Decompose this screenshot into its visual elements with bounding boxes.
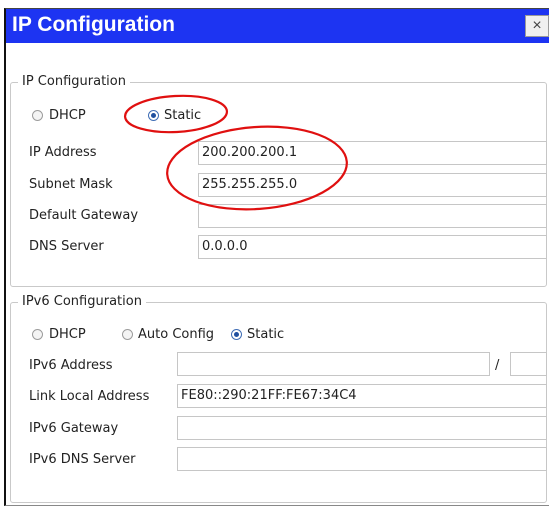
ip-configuration-window: IP Configuration × IP Configuration DHCP… <box>4 8 549 506</box>
link-local-address-label: Link Local Address <box>29 389 150 404</box>
ipv4-static-label[interactable]: Static <box>164 108 201 124</box>
ipv4-dhcp-label[interactable]: DHCP <box>49 108 86 124</box>
close-button[interactable]: × <box>525 15 549 37</box>
ip-address-label: IP Address <box>29 145 97 160</box>
ipv4-static-radio[interactable] <box>148 110 159 121</box>
ip-address-input[interactable]: 200.200.200.1 <box>198 141 547 165</box>
ipv6-prefix-input[interactable] <box>510 352 547 376</box>
title-bar: IP Configuration × <box>6 9 549 43</box>
default-gateway-label: Default Gateway <box>29 208 139 223</box>
ipv6-static-radio[interactable] <box>231 329 242 340</box>
ipv6-dns-server-label: IPv6 DNS Server <box>29 452 136 467</box>
dns-server-input[interactable]: 0.0.0.0 <box>198 235 547 259</box>
window-title: IP Configuration <box>12 13 175 36</box>
ipv6-static-label[interactable]: Static <box>247 327 284 343</box>
ipv6-dhcp-radio[interactable] <box>32 329 43 340</box>
ipv6-gateway-label: IPv6 Gateway <box>29 421 119 436</box>
link-local-address-input[interactable]: FE80::290:21FF:FE67:34C4 <box>177 384 547 408</box>
ipv4-group-legend: IP Configuration <box>18 74 130 90</box>
ipv6-auto-config-radio[interactable] <box>122 329 133 340</box>
ipv6-gateway-input[interactable] <box>177 416 547 440</box>
ipv6-group-legend: IPv6 Configuration <box>18 294 146 310</box>
ipv6-dns-server-input[interactable] <box>177 447 547 471</box>
ipv6-prefix-separator: / <box>495 358 500 373</box>
subnet-mask-label: Subnet Mask <box>29 177 113 192</box>
dns-server-label: DNS Server <box>29 239 104 254</box>
ipv6-dhcp-label[interactable]: DHCP <box>49 327 86 343</box>
ipv6-auto-config-label[interactable]: Auto Config <box>138 327 214 343</box>
subnet-mask-input[interactable]: 255.255.255.0 <box>198 173 547 197</box>
default-gateway-input[interactable] <box>198 204 547 228</box>
ipv6-address-input[interactable] <box>177 352 490 376</box>
ipv6-address-label: IPv6 Address <box>29 358 113 373</box>
ipv4-dhcp-radio[interactable] <box>32 110 43 121</box>
